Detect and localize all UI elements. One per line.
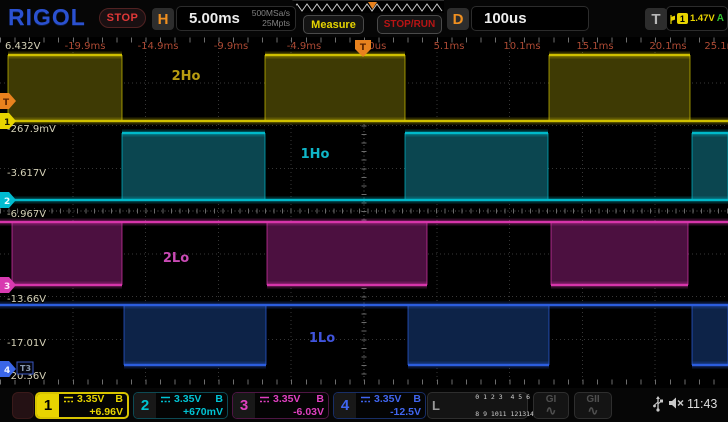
channel2-status[interactable]: 2 3.35V B +670mV (133, 392, 228, 419)
measure-button[interactable]: Measure (303, 15, 364, 34)
horizontal-menu-key[interactable]: H (152, 8, 174, 30)
trace-label-1Lo: 1Lo (309, 331, 335, 346)
channel2-scale: 3.35V (174, 393, 201, 406)
channel3-status[interactable]: 3 3.35V B -6.03V (232, 392, 329, 419)
generator2-button[interactable]: GII ∿ (574, 392, 612, 419)
time-label: 15.1ms (576, 41, 613, 52)
time-label: -19.9ms (65, 41, 106, 52)
channel2-offset: +670mV (160, 406, 223, 419)
digital-channels-label: L (432, 398, 440, 413)
trigger-level-value: 1.47V (690, 13, 715, 24)
volt-label: -6.967V (7, 209, 46, 220)
channel3-scale: 3.35V (273, 393, 300, 406)
channel1-scale: 3.35V (77, 393, 104, 406)
rigol-logo: RIGOL (8, 4, 86, 31)
channel4-bandwidth: B (413, 393, 421, 406)
trigger-level-marker-label: T (3, 98, 10, 108)
channel2-bandwidth: B (215, 393, 223, 406)
channel3-bandwidth: B (316, 393, 324, 406)
channel1-marker-label: 1 (4, 118, 10, 128)
digital-row-bottom: 8 9 1011 12131415 (475, 410, 542, 418)
sine-wave-icon: ∿ (546, 404, 557, 417)
trace-label-1Ho: 1Ho (301, 147, 330, 162)
channel2-marker-label: 2 (4, 197, 10, 207)
stop-run-button[interactable]: STOP/RUN (377, 15, 442, 34)
channel4-offset: -12.5V (360, 406, 421, 419)
channel4-marker-label: 4 (4, 366, 10, 376)
dc-coupling-icon (160, 395, 171, 404)
system-clock: 11:43 (687, 397, 717, 411)
channel1-status[interactable]: 1 3.35V B +6.96V (35, 392, 129, 419)
trigger-position-marker-label: T (360, 43, 367, 53)
channel1-offset: +6.96V (63, 406, 123, 419)
channel4-scale: 3.35V (374, 393, 401, 406)
time-label: 20.1ms (649, 41, 686, 52)
delay-display[interactable]: 100us (471, 6, 589, 31)
channel2-status-badge: 2 (134, 393, 156, 418)
run-state-badge[interactable]: STOP (99, 8, 146, 28)
time-label: 5.1ms (434, 41, 465, 52)
trigger-source-badge: 1 (677, 13, 688, 24)
ch1-2Ho-trace[interactable] (0, 55, 728, 121)
digital-row-top: 0 1 2 3 4 5 6 7 (475, 393, 538, 401)
trigger-menu-key[interactable]: T (645, 8, 667, 30)
delay-value: 100us (472, 10, 527, 27)
volt-label: -267.9mV (7, 124, 56, 135)
delay-menu-key[interactable]: D (447, 8, 469, 30)
channel4-status-badge: 4 (334, 393, 356, 418)
sample-rate: 500MSa/s (252, 8, 290, 18)
volt-label: -17.01V (7, 338, 46, 349)
trigger-slope-icon (670, 13, 675, 25)
t3-indicator-label: T3 (20, 364, 31, 373)
volt-label: -3.617V (7, 168, 46, 179)
trigger-mode-indicator: A (717, 13, 724, 24)
channel3-status-badge: 3 (233, 393, 255, 418)
channel1-bandwidth: B (115, 393, 123, 406)
digital-channels-status[interactable]: L 0 1 2 3 4 5 6 7 8 9 1011 12131415 (427, 392, 528, 419)
usb-icon (653, 396, 663, 412)
waveform-display-area[interactable]: -19.9ms -14.9ms -9.9ms -4.9ms 100us 5.1m… (0, 0, 728, 422)
channel3-marker-label: 3 (4, 282, 10, 292)
time-label: 10.1ms (503, 41, 540, 52)
top-status-bar: RIGOL STOP H 5.00ms 500MSa/s 25Mpts Meas… (0, 0, 728, 37)
waveform-traces (0, 55, 728, 365)
timebase-display[interactable]: 5.00ms 500MSa/s 25Mpts (176, 6, 296, 31)
dc-coupling-icon (259, 395, 270, 404)
time-label: -14.9ms (138, 41, 179, 52)
volt-label: -13.66V (7, 294, 46, 305)
volt-label: 6.432V (5, 41, 41, 52)
memory-depth: 25Mpts (262, 18, 290, 28)
dc-coupling-icon (360, 395, 371, 404)
time-label: 25.1ms (704, 41, 728, 52)
time-label: -4.9ms (287, 41, 321, 52)
dc-coupling-icon (63, 395, 74, 404)
generator1-button[interactable]: GI ∿ (533, 392, 569, 419)
time-label: -9.9ms (214, 41, 248, 52)
speaker-muted-icon[interactable] (668, 396, 684, 410)
trace-label-2Lo: 2Lo (163, 251, 189, 266)
oscilloscope-screen: -19.9ms -14.9ms -9.9ms -4.9ms 100us 5.1m… (0, 0, 728, 422)
sine-wave-icon: ∿ (588, 404, 599, 417)
acquisition-info: 500MSa/s 25Mpts (252, 9, 295, 29)
channel3-offset: -6.03V (259, 406, 324, 419)
footer-left-stub (12, 392, 34, 419)
channel4-status[interactable]: 4 3.35V B -12.5V (333, 392, 426, 419)
time-axis-labels: -19.9ms -14.9ms -9.9ms -4.9ms 100us 5.1m… (65, 41, 728, 52)
trace-label-2Ho: 2Ho (172, 69, 201, 84)
t3-indicator: T3 (17, 362, 33, 374)
bottom-status-bar: 1 3.35V B +6.96V 2 (0, 388, 728, 422)
record-timeline (292, 0, 444, 13)
timebase-value: 5.00ms (177, 10, 240, 27)
ch3-2Lo-trace[interactable] (0, 222, 728, 285)
channel2-marker[interactable]: 2 (0, 192, 16, 208)
channel1-status-badge: 1 (37, 394, 59, 417)
record-zigzag (292, 1, 444, 14)
trigger-display[interactable]: 1 1.47V A (666, 6, 728, 31)
